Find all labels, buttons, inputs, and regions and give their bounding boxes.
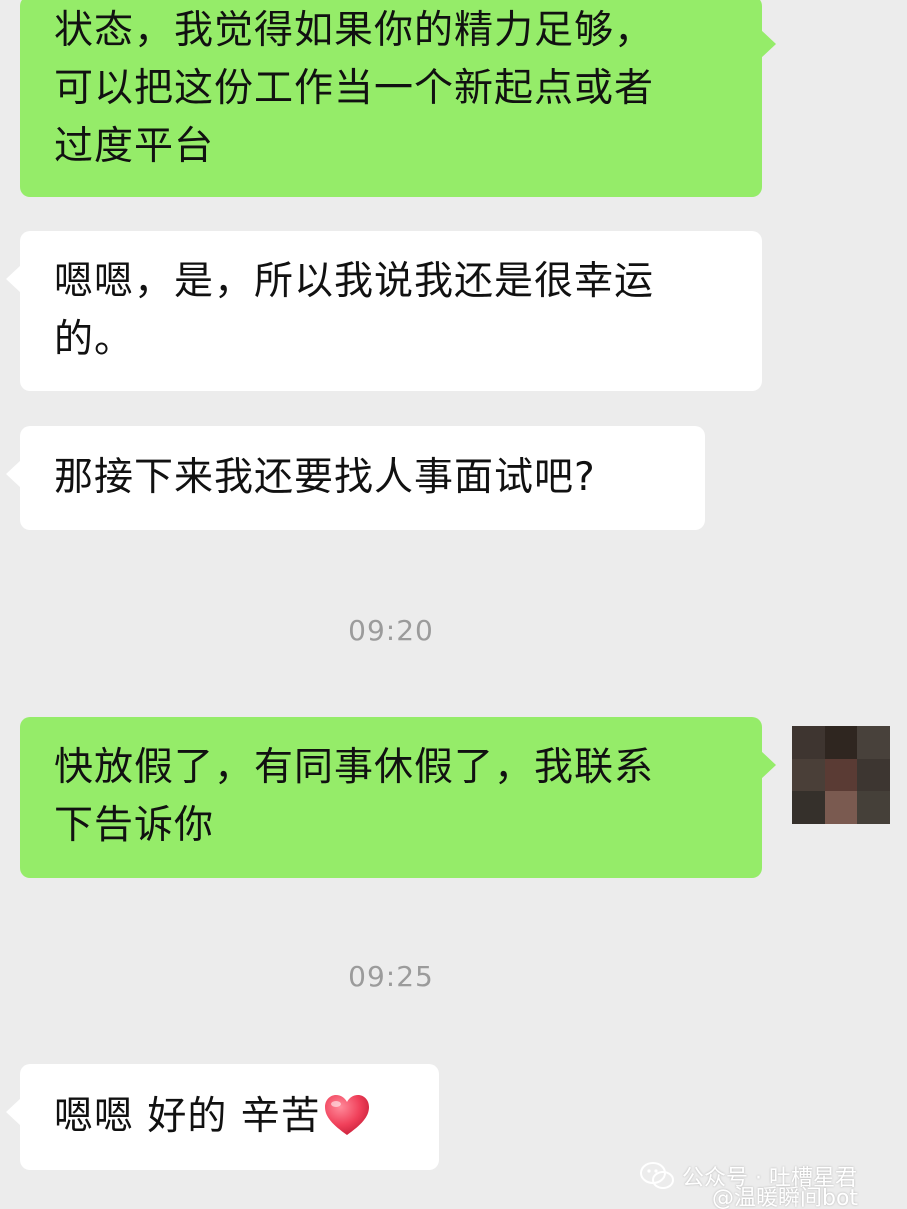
message-bubble-outgoing[interactable]: 状态，我觉得如果你的精力足够， 可以把这份工作当一个新起点或者 过度平台 xyxy=(20,0,776,197)
wechat-logo-icon xyxy=(640,1162,674,1190)
heart-emoji-icon xyxy=(323,1093,371,1137)
message-bubble-incoming[interactable]: 嗯嗯 好的 辛苦 xyxy=(6,1064,439,1170)
message-text: 快放假了，有同事休假了，我联系 下告诉你 xyxy=(54,745,655,848)
avatar[interactable] xyxy=(792,726,890,824)
message-bubble-incoming[interactable]: 那接下来我还要找人事面试吧? xyxy=(6,426,705,530)
message-text: 那接下来我还要找人事面试吧? xyxy=(54,455,596,500)
message-bubble-outgoing[interactable]: 快放假了，有同事休假了，我联系 下告诉你 xyxy=(20,717,776,878)
message-bubble-incoming[interactable]: 嗯嗯，是，所以我说我还是很幸运 的。 xyxy=(6,231,762,391)
message-text: 嗯嗯 好的 辛苦 xyxy=(54,1094,321,1139)
chat-area: 状态，我觉得如果你的精力足够， 可以把这份工作当一个新起点或者 过度平台 嗯嗯，… xyxy=(0,0,907,1209)
timestamp: 09:20 xyxy=(348,614,434,647)
timestamp: 09:25 xyxy=(348,960,434,993)
message-text: 嗯嗯，是，所以我说我还是很幸运 的。 xyxy=(54,259,655,362)
message-text: 状态，我觉得如果你的精力足够， 可以把这份工作当一个新起点或者 过度平台 xyxy=(54,8,655,169)
watermark-line2: @温暖瞬间bot xyxy=(712,1186,859,1209)
